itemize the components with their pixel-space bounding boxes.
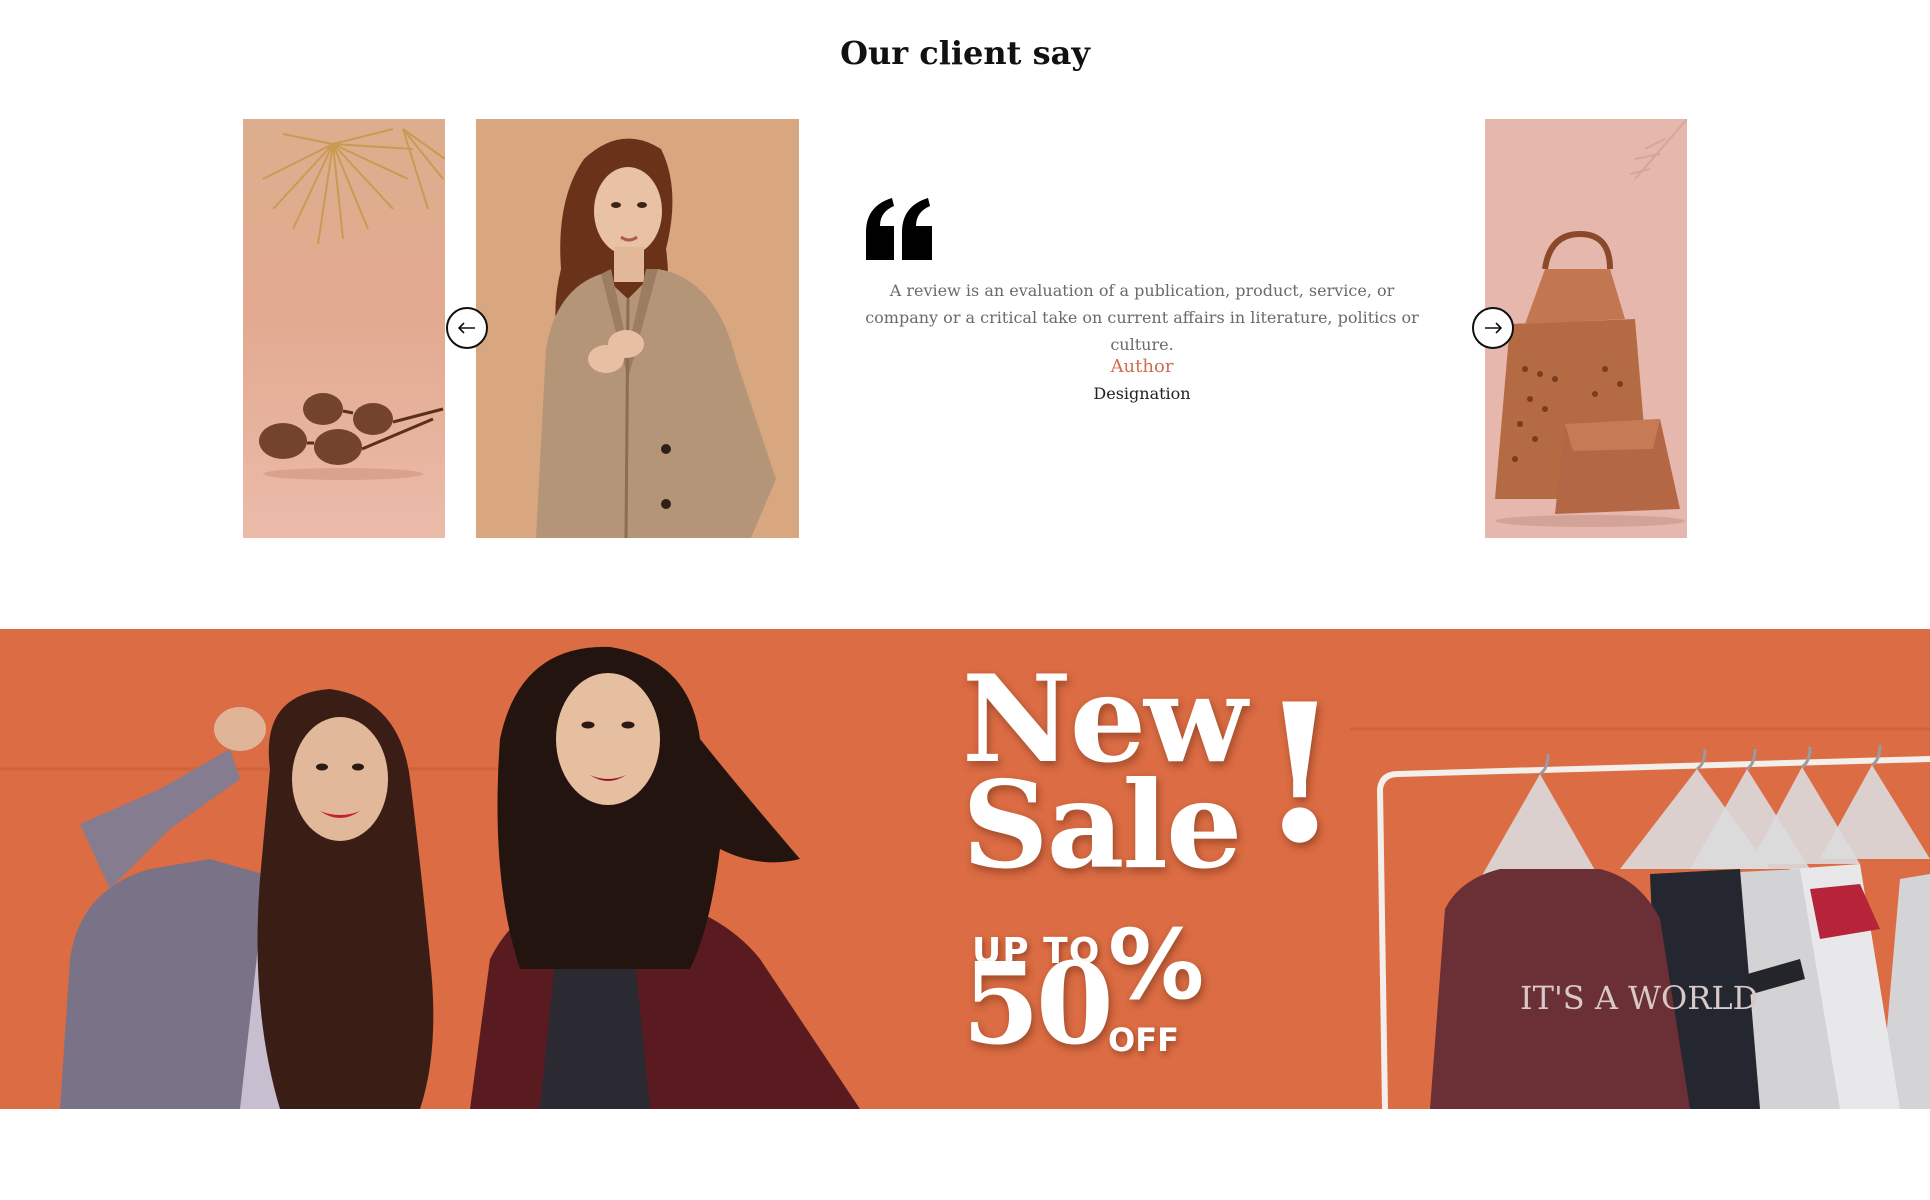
arrow-left-icon — [458, 322, 475, 334]
section-title: Our client say — [840, 34, 1090, 72]
banner-percent-sign: % — [1108, 909, 1205, 1021]
banner-off-label: OFF — [1108, 1021, 1179, 1059]
quote-icon — [866, 198, 932, 260]
banner-exclamation: ! — [1258, 662, 1342, 885]
slide-model-image[interactable] — [476, 119, 799, 538]
slide-sunglasses-image[interactable] — [243, 119, 445, 538]
arrow-right-icon — [1485, 322, 1502, 334]
shirt-print-text: IT'S A WORLD — [1520, 979, 1758, 1017]
next-slide-button[interactable] — [1472, 307, 1514, 349]
author-name: Author — [1110, 356, 1174, 377]
sale-banner[interactable]: IT'S A WORLD New Sale ! UP TO 50 % OFF — [0, 629, 1930, 1109]
banner-discount-value: 50 — [962, 939, 1114, 1070]
review-text: A review is an evaluation of a publicati… — [865, 281, 1419, 354]
author-designation: Designation — [1093, 384, 1191, 403]
prev-slide-button[interactable] — [446, 307, 488, 349]
page: Our client say A review is an evaluation… — [0, 0, 1930, 1200]
slide-handbag-image[interactable] — [1485, 119, 1687, 538]
